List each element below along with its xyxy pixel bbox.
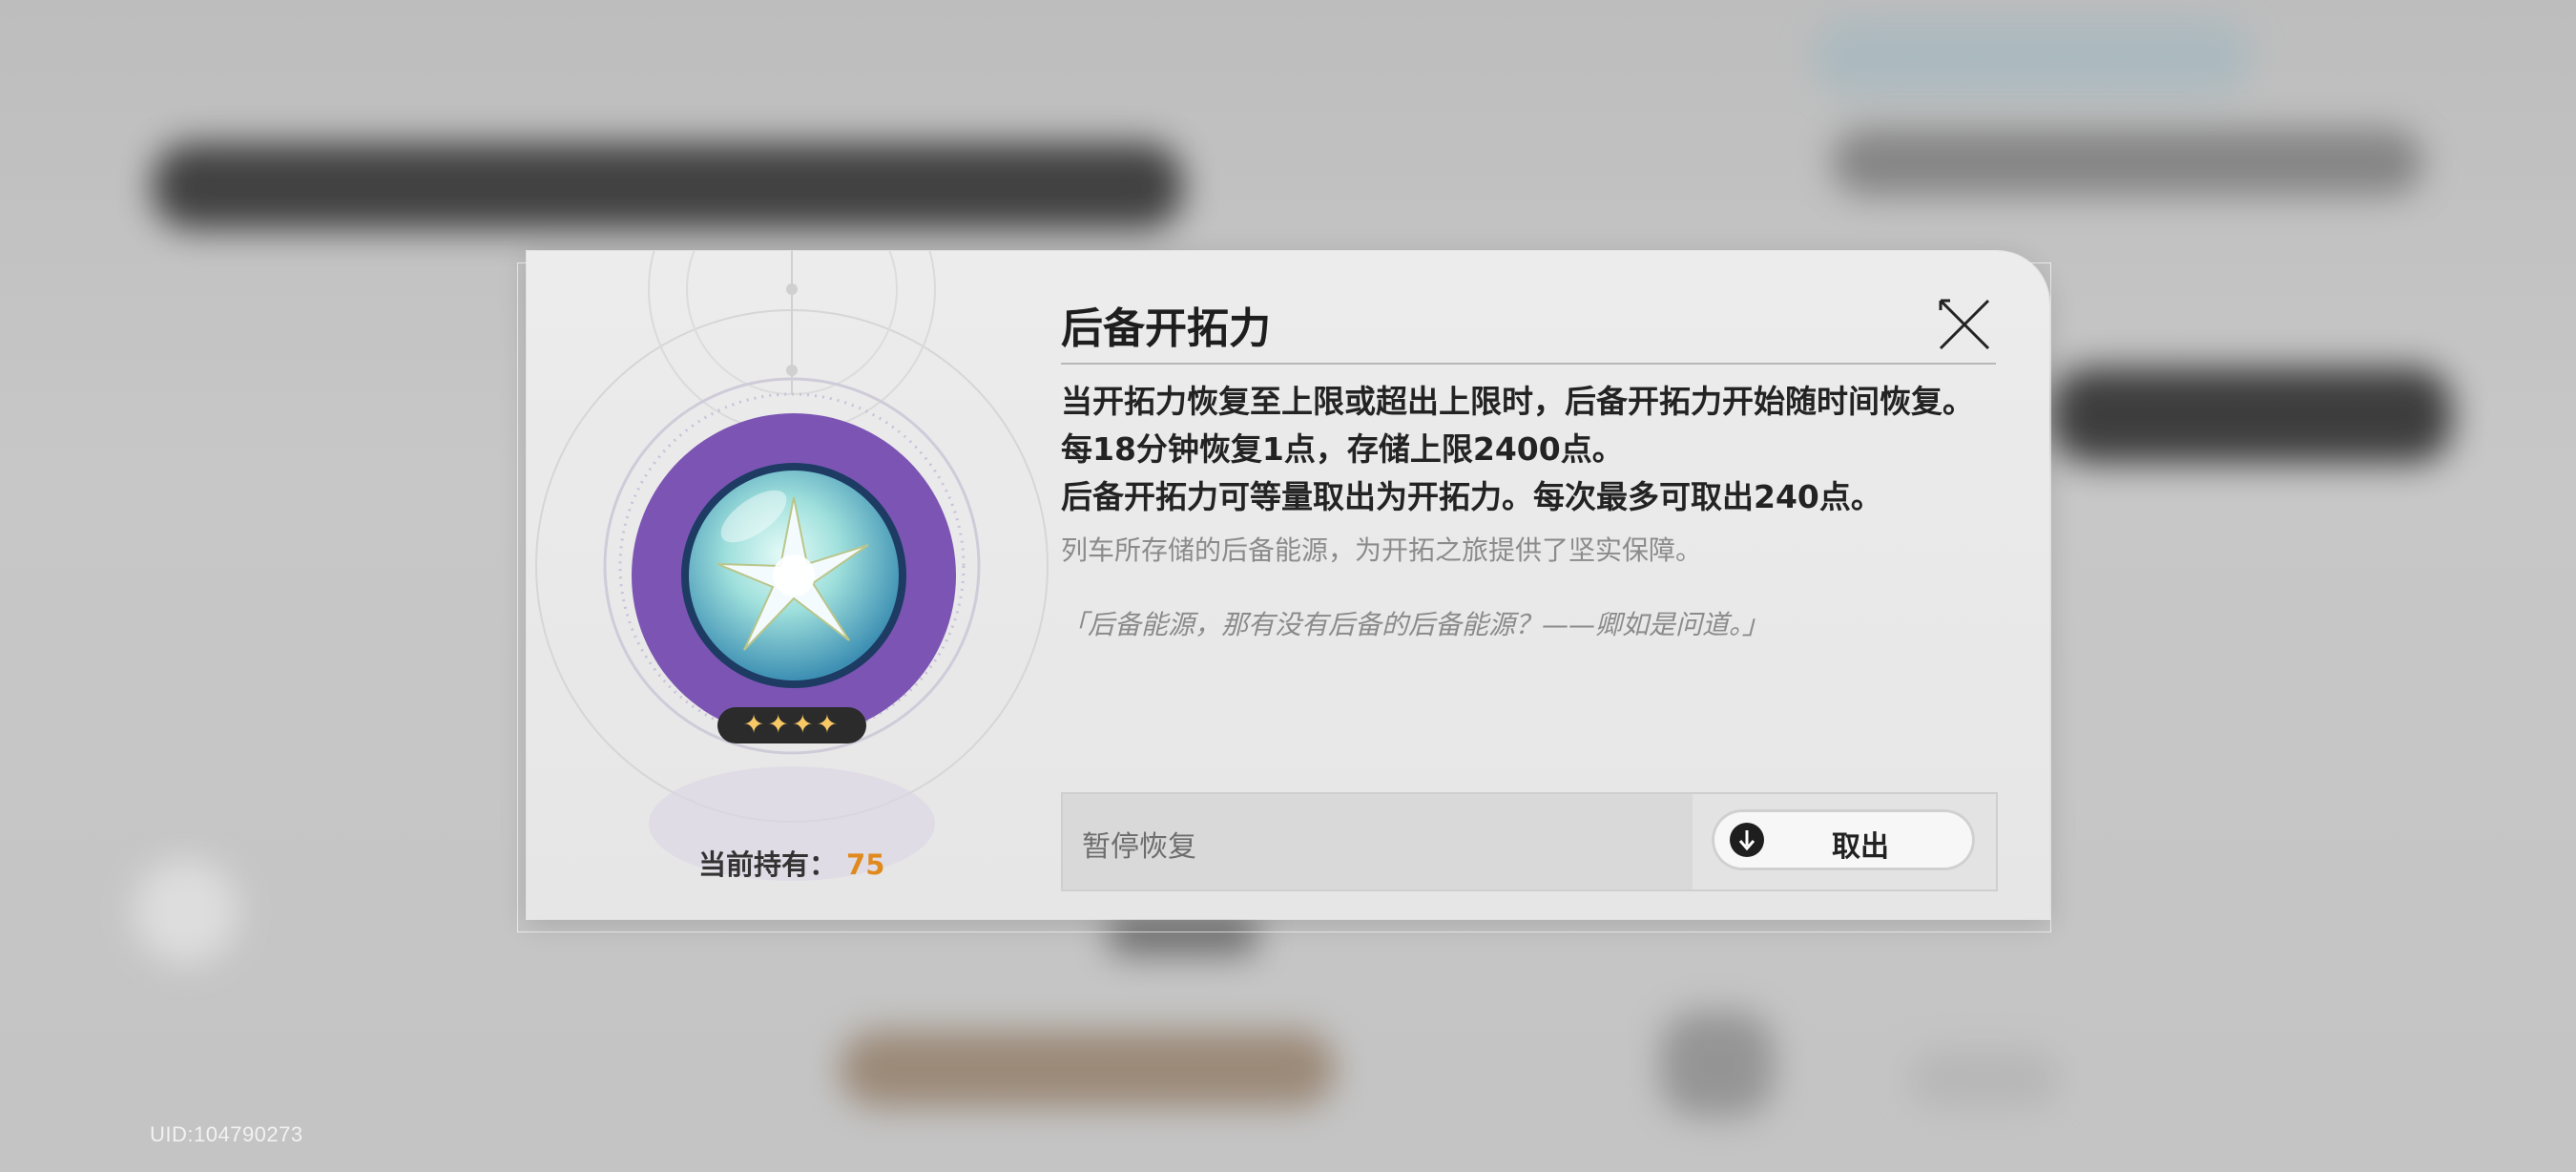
withdraw-label: 取出 [1832, 830, 1889, 864]
close-icon[interactable] [1937, 297, 1992, 352]
description-line: 后备开拓力可等量取出为开拓力。每次最多可取出240点。 [1061, 478, 1882, 515]
holding-count: 75 [846, 848, 885, 881]
description: 当开拓力恢复至上限或超出上限时，后备开拓力开始随时间恢复。每18分钟恢复1点，存… [1061, 378, 1996, 521]
bg-blur [1660, 1012, 1775, 1117]
reserved-power-dialog: ✦✦✦✦ 当前持有： 75 后备开拓力 当开拓力恢复至上限或超出上限时，后备开拓力… [527, 251, 2049, 919]
bg-blur [153, 143, 1183, 229]
action-bar: 暂停恢复 取出 [1061, 792, 1998, 891]
title-divider [1061, 363, 1996, 365]
bg-blur [134, 859, 239, 964]
withdraw-zone: 取出 [1693, 794, 1996, 889]
bg-blur [2051, 367, 2452, 463]
reserved-power-icon [632, 413, 956, 738]
description-line: 当开拓力恢复至上限或超出上限时，后备开拓力开始随时间恢复。每18分钟恢复1点，存… [1061, 383, 1974, 468]
game-screen: ✦✦✦✦ 当前持有： 75 后备开拓力 当开拓力恢复至上限或超出上限时，后备开拓力… [0, 0, 2576, 1172]
quote-text: 「后备能源，那有没有后备的后备能源？——卿如是问道。」 [1061, 609, 1770, 640]
bg-blur [1813, 19, 2252, 95]
rarity-stars: ✦✦✦✦ [717, 707, 866, 743]
dialog-title: 后备开拓力 [1061, 304, 1271, 353]
bg-blur [1908, 1050, 2061, 1107]
withdraw-button[interactable]: 取出 [1712, 809, 1975, 870]
holding-label: 当前持有： [698, 848, 838, 881]
bg-blur [840, 1031, 1336, 1107]
download-arrow-icon [1730, 823, 1764, 857]
current-holding: 当前持有： 75 [698, 843, 884, 883]
uid-label: UID:104790273 [150, 1122, 303, 1146]
pause-recovery-label[interactable]: 暂停恢复 [1082, 823, 1196, 865]
flavor-text: 列车所存储的后备能源，为开拓之旅提供了坚实保障。 [1061, 534, 1703, 566]
bg-blur [1832, 129, 2423, 196]
